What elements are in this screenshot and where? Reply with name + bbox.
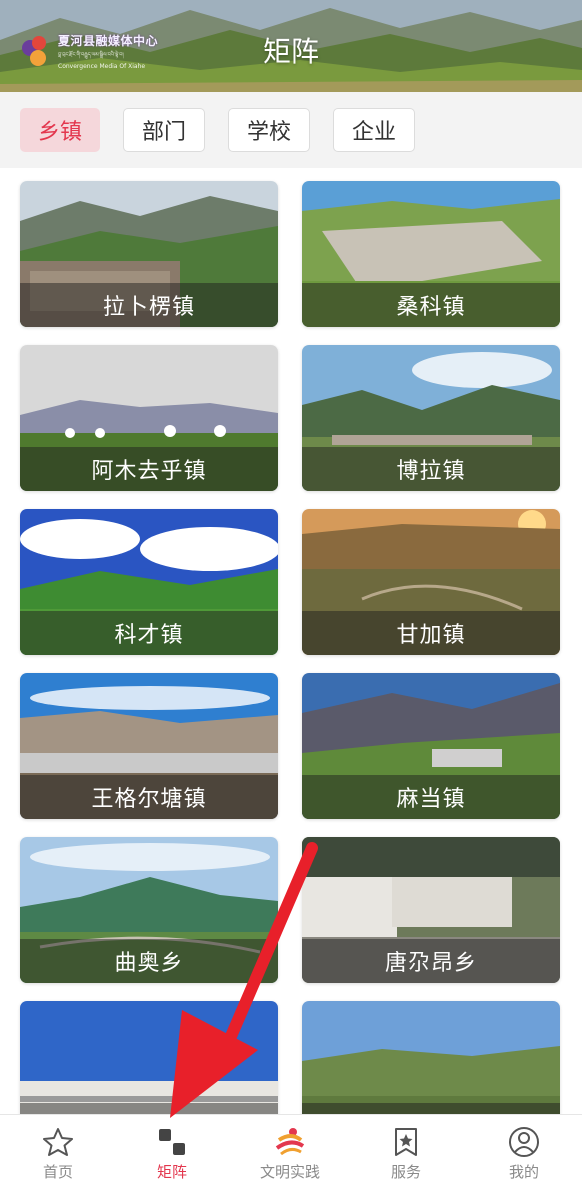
practice-icon <box>273 1125 307 1159</box>
tab-towns[interactable]: 乡镇 <box>20 108 100 152</box>
star-icon <box>41 1125 75 1159</box>
tab-schools[interactable]: 学校 <box>228 108 310 152</box>
town-label: 曲奥乡 <box>20 939 278 983</box>
nav-label: 我的 <box>508 1163 539 1181</box>
matrix-icon <box>155 1125 189 1159</box>
nav-service[interactable]: 服务 <box>348 1115 464 1189</box>
service-icon <box>389 1125 423 1159</box>
town-card-kecai[interactable]: 科才镇 <box>20 509 278 655</box>
town-label: 唐尕昂乡 <box>302 939 560 983</box>
town-card-partial-left[interactable] <box>20 1001 278 1114</box>
town-photo <box>20 1001 278 1114</box>
town-card-labuleng[interactable]: 拉卜楞镇 <box>20 181 278 327</box>
town-label: 甘加镇 <box>302 611 560 655</box>
town-card-madang[interactable]: 麻当镇 <box>302 673 560 819</box>
town-card-ganjia[interactable]: 甘加镇 <box>302 509 560 655</box>
nav-civilization-practice[interactable]: 文明实践 <box>232 1115 348 1189</box>
town-label: 博拉镇 <box>302 447 560 491</box>
nav-profile[interactable]: 我的 <box>466 1115 582 1189</box>
bottom-nav: 首页 矩阵 文明实践 服务 我的 <box>0 1114 582 1189</box>
town-label: 桑科镇 <box>302 283 560 327</box>
town-photo <box>302 1001 560 1114</box>
nav-label: 服务 <box>390 1163 421 1181</box>
town-label: 拉卜楞镇 <box>20 283 278 327</box>
tab-departments[interactable]: 部门 <box>123 108 205 152</box>
town-label <box>20 1103 278 1114</box>
category-tabs: 乡镇 部门 学校 企业 <box>0 92 582 168</box>
town-label: 阿木去乎镇 <box>20 447 278 491</box>
nav-label: 矩阵 <box>156 1163 187 1181</box>
profile-icon <box>507 1125 541 1159</box>
town-label: 麻当镇 <box>302 775 560 819</box>
tab-enterprises[interactable]: 企业 <box>333 108 415 152</box>
town-card-tanggaang[interactable]: 唐尕昂乡 <box>302 837 560 983</box>
nav-label: 文明实践 <box>259 1163 320 1181</box>
town-card-partial-right[interactable] <box>302 1001 560 1114</box>
page-title: 矩阵 <box>262 35 319 68</box>
town-label: 王格尔塘镇 <box>20 775 278 819</box>
nav-matrix[interactable]: 矩阵 <box>114 1115 230 1189</box>
town-card-bola[interactable]: 博拉镇 <box>302 345 560 491</box>
town-label: 科才镇 <box>20 611 278 655</box>
town-label <box>302 1103 560 1114</box>
nav-label: 首页 <box>42 1163 73 1181</box>
town-grid: 拉卜楞镇 桑科镇 阿木去乎镇 博拉镇 科才镇 甘加镇 王格尔塘镇 麻当镇 曲奥乡… <box>0 168 582 1114</box>
town-card-quao[interactable]: 曲奥乡 <box>20 837 278 983</box>
town-card-amuquhu[interactable]: 阿木去乎镇 <box>20 345 278 491</box>
app-header: 夏河县融媒体中心 བླ་བྲང་རྫོང་གི་བརྒྱུད་ལམ་སྒྲིལ་… <box>0 0 582 92</box>
nav-home[interactable]: 首页 <box>0 1115 116 1189</box>
town-card-sangke[interactable]: 桑科镇 <box>302 181 560 327</box>
town-card-wanggeertang[interactable]: 王格尔塘镇 <box>20 673 278 819</box>
